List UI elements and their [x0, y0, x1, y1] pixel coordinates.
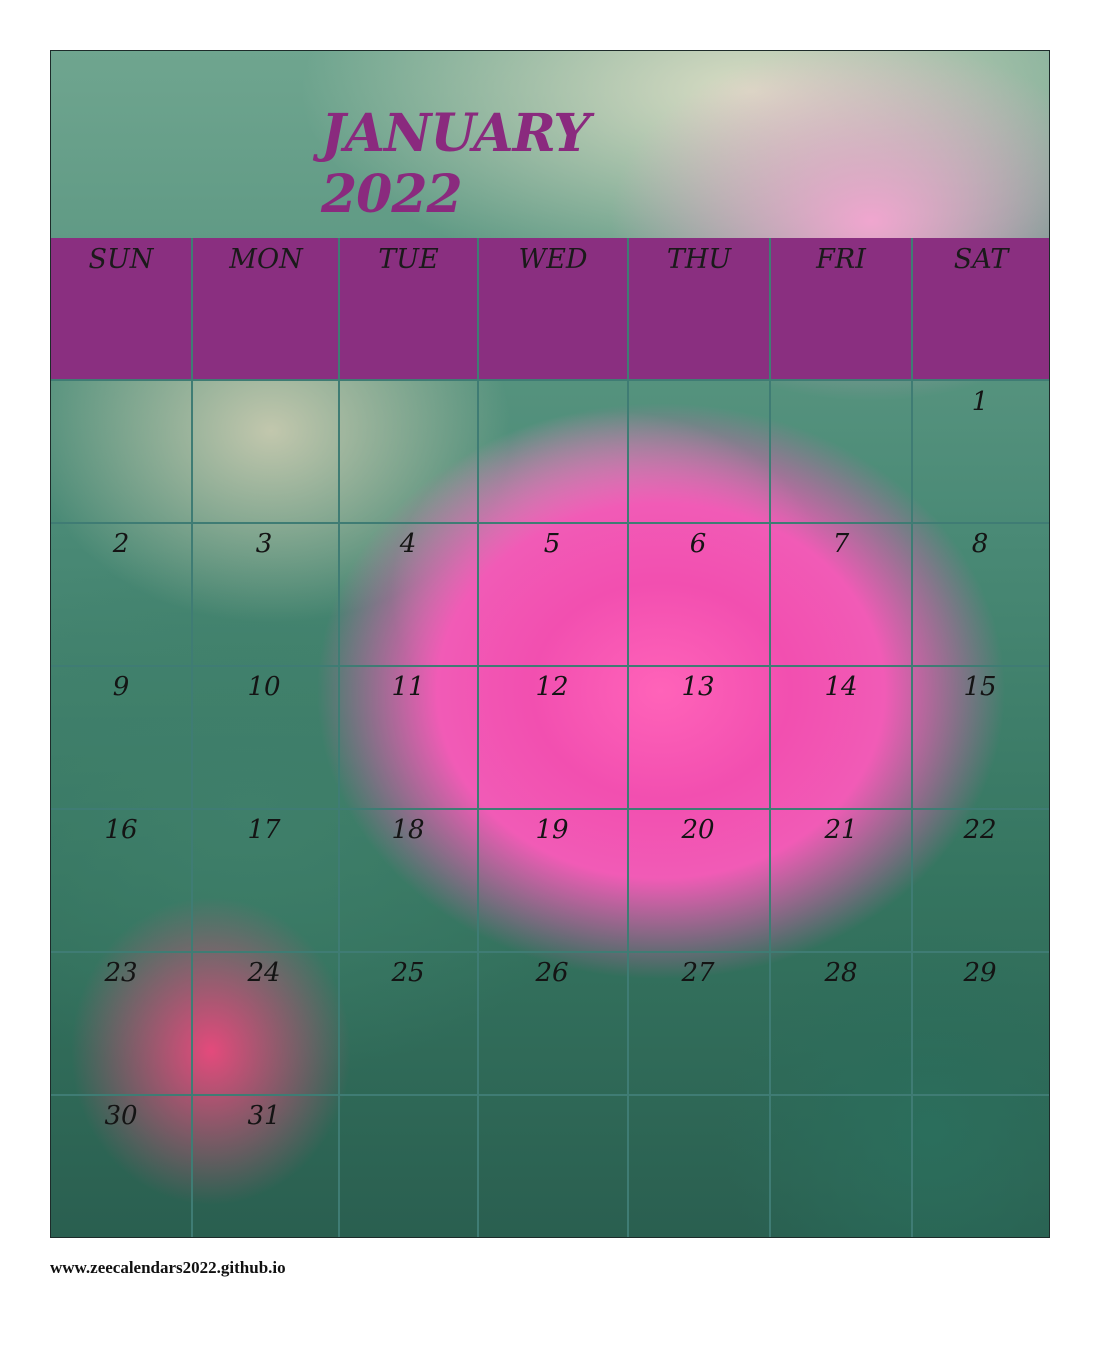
grid-line-horizontal [51, 951, 1049, 953]
day-cell: 16 [104, 815, 138, 845]
day-cell: 20 [681, 815, 715, 845]
month-title: JANUARY 2022 [321, 103, 590, 225]
day-cell: 17 [247, 815, 281, 845]
day-cell: 5 [543, 529, 561, 559]
grid-line-vertical [769, 238, 771, 1237]
weekday-sat: SAT [953, 244, 1009, 275]
weekday-tue: TUE [378, 244, 439, 275]
day-cell: 19 [535, 815, 569, 845]
day-cell: 4 [399, 529, 417, 559]
weekday-thu: THU [666, 244, 732, 275]
day-cell: 11 [391, 672, 425, 702]
day-cell: 28 [824, 958, 858, 988]
day-cell: 21 [824, 815, 858, 845]
grid-line-vertical [477, 238, 479, 1237]
day-cell: 30 [104, 1101, 138, 1131]
day-cell: 8 [971, 529, 989, 559]
day-cell: 7 [832, 529, 850, 559]
day-cell: 9 [112, 672, 130, 702]
day-cell: 24 [247, 958, 281, 988]
weekday-mon: MON [229, 244, 303, 275]
calendar-page: JANUARY 2022 SUN MON TUE WED THU FRI SAT… [50, 50, 1050, 1238]
grid-line-horizontal [51, 522, 1049, 524]
grid-line-horizontal [51, 665, 1049, 667]
day-cell: 26 [535, 958, 569, 988]
day-cell: 6 [689, 529, 707, 559]
day-cell: 27 [681, 958, 715, 988]
weekday-sun: SUN [88, 244, 154, 275]
day-cell: 15 [963, 672, 997, 702]
footer-url: www.zeecalendars2022.github.io [50, 1258, 286, 1277]
day-cell: 23 [104, 958, 138, 988]
day-cell: 31 [247, 1101, 281, 1131]
weekday-wed: WED [518, 244, 588, 275]
grid-line-vertical [911, 238, 913, 1237]
day-cell: 22 [963, 815, 997, 845]
grid-line-vertical [191, 238, 193, 1237]
day-cell: 18 [391, 815, 425, 845]
day-cell: 12 [535, 672, 569, 702]
grid-line-horizontal [51, 379, 1049, 381]
day-cell: 29 [963, 958, 997, 988]
day-cell: 13 [681, 672, 715, 702]
grid-line-vertical [627, 238, 629, 1237]
day-cell: 25 [391, 958, 425, 988]
weekday-fri: FRI [816, 244, 866, 275]
grid-line-horizontal [51, 808, 1049, 810]
day-cell: 14 [824, 672, 858, 702]
grid-line-vertical [338, 238, 340, 1237]
day-cell: 1 [971, 387, 989, 417]
day-cell: 3 [255, 529, 273, 559]
grid-line-horizontal [51, 1094, 1049, 1096]
day-cell: 10 [247, 672, 281, 702]
day-cell: 2 [112, 529, 130, 559]
